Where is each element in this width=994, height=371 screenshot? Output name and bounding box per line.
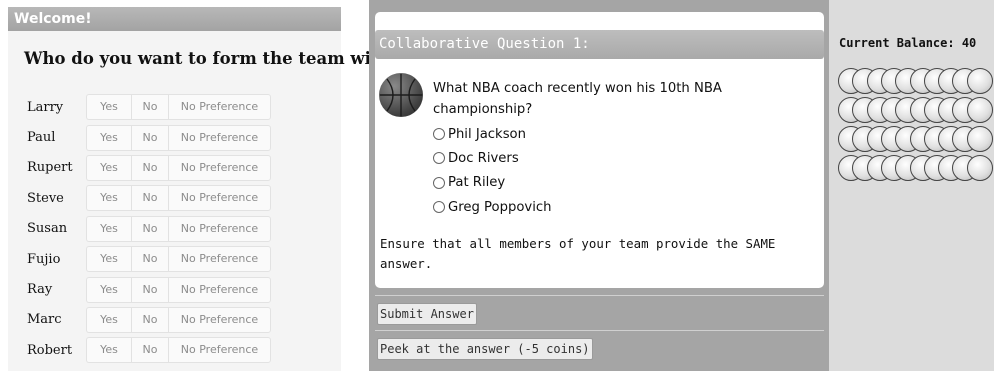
current-balance: Current Balance: 40 xyxy=(839,36,977,50)
coin-icon xyxy=(966,155,993,181)
member-name: Ray xyxy=(27,282,53,298)
peek-answer-button[interactable]: Peek at the answer (-5 coins) xyxy=(377,338,593,360)
no-option[interactable]: No xyxy=(131,154,168,181)
radio-button[interactable] xyxy=(433,176,445,189)
radio-button[interactable] xyxy=(433,152,445,165)
member-name: Larry xyxy=(27,99,64,115)
basketball-icon xyxy=(379,73,423,117)
no-option[interactable]: No xyxy=(131,215,168,242)
choice-label: Pat Riley xyxy=(448,175,506,191)
team-member-row: Larry Yes No No Preference xyxy=(8,92,341,122)
no-preference-option[interactable]: No Preference xyxy=(168,94,271,121)
coin-icon xyxy=(966,126,993,152)
no-option[interactable]: No xyxy=(131,306,168,333)
answer-choices: Phil Jackson Doc Rivers Pat Riley Greg Popp… xyxy=(433,122,551,219)
no-preference-option[interactable]: No Preference xyxy=(168,124,271,151)
no-preference-option[interactable]: No Preference xyxy=(168,306,271,333)
coin-stack xyxy=(838,68,994,184)
coin-icon xyxy=(966,68,993,94)
coin-icon xyxy=(966,97,993,123)
yes-option[interactable]: Yes xyxy=(86,276,131,303)
member-name: Rupert xyxy=(27,160,73,176)
team-member-row: Rupert Yes No No Preference xyxy=(8,153,341,183)
member-name: Fujio xyxy=(27,251,61,267)
team-member-row: Ray Yes No No Preference xyxy=(8,274,341,304)
member-name: Susan xyxy=(27,221,68,237)
coin-row xyxy=(838,126,994,155)
question-panel: Collaborative Question 1: What NBA coach… xyxy=(369,0,829,371)
team-member-row: Paul Yes No No Preference xyxy=(8,122,341,152)
no-preference-option[interactable]: No Preference xyxy=(168,337,271,364)
yes-option[interactable]: Yes xyxy=(86,215,131,242)
no-preference-option[interactable]: No Preference xyxy=(168,215,271,242)
no-preference-option[interactable]: No Preference xyxy=(168,185,271,212)
yes-option[interactable]: Yes xyxy=(86,185,131,212)
no-option[interactable]: No xyxy=(131,94,168,121)
question-text: What NBA coach recently won his 10th NBA… xyxy=(433,81,722,117)
peek-row: Peek at the answer (-5 coins) xyxy=(375,330,824,365)
team-member-row: Robert Yes No No Preference xyxy=(8,335,341,365)
team-member-row: Susan Yes No No Preference xyxy=(8,214,341,244)
yes-option[interactable]: Yes xyxy=(86,94,131,121)
choice-label: Phil Jackson xyxy=(448,126,526,142)
team-member-row: Fujio Yes No No Preference xyxy=(8,244,341,274)
balance-panel: Current Balance: 40 xyxy=(829,0,994,371)
team-member-row: Marc Yes No No Preference xyxy=(8,305,341,335)
answer-choice[interactable]: Phil Jackson xyxy=(433,122,551,146)
question-header: Collaborative Question 1: xyxy=(375,30,824,59)
no-option[interactable]: No xyxy=(131,124,168,151)
no-preference-option[interactable]: No Preference xyxy=(168,246,271,273)
member-name: Steve xyxy=(27,190,64,206)
choice-label: Greg Poppovich xyxy=(448,199,552,215)
no-preference-option[interactable]: No Preference xyxy=(168,154,271,181)
no-option[interactable]: No xyxy=(131,246,168,273)
no-option[interactable]: No xyxy=(131,185,168,212)
answer-choice[interactable]: Pat Riley xyxy=(433,171,551,195)
submit-answer-button[interactable]: Submit Answer xyxy=(377,303,477,325)
coin-row xyxy=(838,155,994,184)
yes-option[interactable]: Yes xyxy=(86,246,131,273)
welcome-header: Welcome! xyxy=(8,7,341,31)
radio-button[interactable] xyxy=(433,201,445,214)
no-preference-option[interactable]: No Preference xyxy=(168,276,271,303)
team-instruction: Ensure that all members of your team pro… xyxy=(380,236,776,271)
team-question: Who do you want to form the team with? xyxy=(24,49,401,68)
yes-option[interactable]: Yes xyxy=(86,337,131,364)
no-option[interactable]: No xyxy=(131,337,168,364)
member-name: Robert xyxy=(27,342,73,358)
no-option[interactable]: No xyxy=(131,276,168,303)
coin-row xyxy=(838,97,994,126)
answer-choice[interactable]: Doc Rivers xyxy=(433,146,551,170)
team-selection-panel: Welcome! Who do you want to form the tea… xyxy=(8,7,401,371)
coin-row xyxy=(838,68,994,97)
member-name: Marc xyxy=(27,312,62,328)
member-name: Paul xyxy=(27,130,56,146)
answer-choice[interactable]: Greg Poppovich xyxy=(433,195,551,219)
question-card: Collaborative Question 1: What NBA coach… xyxy=(375,12,824,288)
yes-option[interactable]: Yes xyxy=(86,124,131,151)
yes-option[interactable]: Yes xyxy=(86,154,131,181)
radio-button[interactable] xyxy=(433,128,445,141)
submit-row: Submit Answer xyxy=(375,295,824,330)
team-member-list: Larry Yes No No Preference Paul Yes No No Prefe… xyxy=(8,92,341,366)
team-member-row: Steve Yes No No Preference xyxy=(8,183,341,213)
choice-label: Doc Rivers xyxy=(448,150,519,166)
yes-option[interactable]: Yes xyxy=(86,306,131,333)
